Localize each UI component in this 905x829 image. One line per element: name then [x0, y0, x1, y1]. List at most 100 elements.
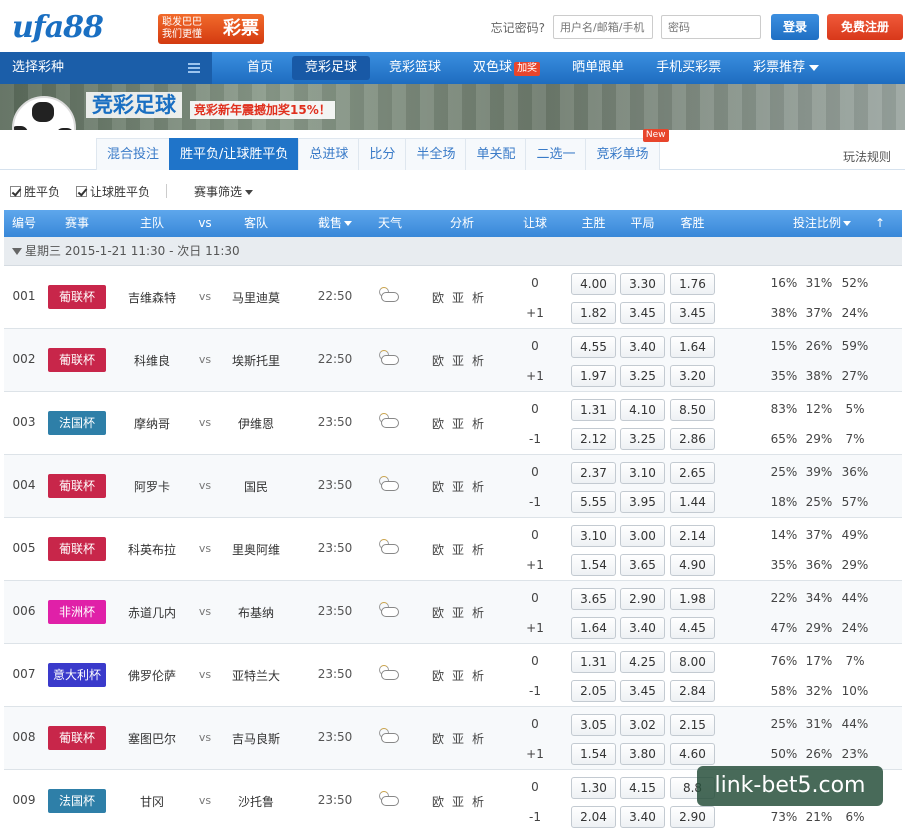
odds-button[interactable]: 2.86 — [670, 428, 715, 450]
tab-pick-one[interactable]: 二选一 — [525, 138, 587, 170]
odds-button[interactable]: 1.44 — [670, 491, 715, 513]
odds-button[interactable]: 2.14 — [670, 525, 715, 547]
odds-button[interactable]: 1.98 — [670, 588, 715, 610]
odds-button[interactable]: 2.65 — [670, 462, 715, 484]
odds-button[interactable]: 3.25 — [620, 365, 665, 387]
register-button[interactable]: 免费注册 — [827, 14, 903, 40]
nav-item-share[interactable]: 晒单跟单 — [559, 52, 637, 84]
league-badge[interactable]: 非洲杯 — [48, 600, 106, 624]
odds-button[interactable]: 3.30 — [620, 273, 665, 295]
odds-button[interactable]: 2.04 — [571, 806, 616, 828]
nav-item-jczq[interactable]: 竞彩足球 — [292, 56, 371, 80]
odds-button[interactable]: 2.05 — [571, 680, 616, 702]
tab-win-draw-lose[interactable]: 胜平负/让球胜平负 — [169, 138, 300, 170]
odds-button[interactable]: 3.45 — [620, 302, 665, 324]
odds-button[interactable]: 1.82 — [571, 302, 616, 324]
tab-mixed[interactable]: 混合投注 — [96, 138, 171, 170]
home-team[interactable]: 塞图巴尔 — [116, 730, 188, 747]
home-team[interactable]: 吉维森特 — [116, 289, 188, 306]
nav-item-home[interactable]: 首页 — [234, 52, 286, 84]
odds-button[interactable]: 8.00 — [670, 651, 715, 673]
password-input[interactable] — [661, 15, 761, 39]
home-team[interactable]: 科英布拉 — [116, 541, 188, 558]
odds-button[interactable]: 1.76 — [670, 273, 715, 295]
date-group-header[interactable]: 星期三 2015-1-21 11:30 - 次日 11:30 — [4, 237, 902, 266]
analysis-links[interactable]: 欧亚析 — [430, 478, 494, 495]
odds-button[interactable]: 3.80 — [620, 743, 665, 765]
nav-item-ssq[interactable]: 双色球 加奖 — [460, 52, 553, 84]
odds-button[interactable]: 3.95 — [620, 491, 665, 513]
analysis-links[interactable]: 欧亚析 — [430, 415, 494, 432]
analysis-links[interactable]: 欧亚析 — [430, 289, 494, 306]
away-team[interactable]: 马里迪莫 — [220, 289, 292, 306]
odds-button[interactable]: 2.37 — [571, 462, 616, 484]
odds-button[interactable]: 3.02 — [620, 714, 665, 736]
league-badge[interactable]: 葡联杯 — [48, 726, 106, 750]
odds-button[interactable]: 3.65 — [620, 554, 665, 576]
league-badge[interactable]: 法国杯 — [48, 789, 106, 813]
checkbox-handicap[interactable]: 让球胜平负 — [76, 183, 150, 200]
away-team[interactable]: 吉马良斯 — [220, 730, 292, 747]
home-team[interactable]: 甘冈 — [116, 793, 188, 810]
checkbox-win-draw-lose[interactable]: 胜平负 — [10, 183, 60, 200]
site-logo[interactable]: ufa88 聪发巴巴 我们更懂 彩票 — [12, 8, 264, 45]
odds-button[interactable]: 3.45 — [620, 680, 665, 702]
odds-button[interactable]: 4.45 — [670, 617, 715, 639]
home-team[interactable]: 赤道几内 — [116, 604, 188, 621]
col-ratio[interactable]: 投注比例 — [782, 210, 862, 237]
odds-button[interactable]: 4.15 — [620, 777, 665, 799]
odds-button[interactable]: 3.10 — [571, 525, 616, 547]
tab-single[interactable]: 单关配 — [465, 138, 527, 170]
home-team[interactable]: 科维良 — [116, 352, 188, 369]
home-team[interactable]: 佛罗伦萨 — [116, 667, 188, 684]
away-team[interactable]: 里奥阿维 — [220, 541, 292, 558]
nav-item-mobile[interactable]: 手机买彩票 — [643, 52, 734, 84]
forgot-password-link[interactable]: 忘记密码? — [491, 19, 545, 36]
login-button[interactable]: 登录 — [771, 14, 819, 40]
odds-button[interactable]: 1.31 — [571, 399, 616, 421]
odds-button[interactable]: 2.90 — [670, 806, 715, 828]
odds-button[interactable]: 3.65 — [571, 588, 616, 610]
scroll-top-icon[interactable]: ↑ — [870, 210, 890, 237]
odds-button[interactable]: 3.45 — [670, 302, 715, 324]
odds-button[interactable]: 4.00 — [571, 273, 616, 295]
league-badge[interactable]: 葡联杯 — [48, 348, 106, 372]
league-badge[interactable]: 法国杯 — [48, 411, 106, 435]
lottery-select[interactable]: 选择彩种 — [0, 52, 212, 84]
odds-button[interactable]: 4.60 — [670, 743, 715, 765]
odds-button[interactable]: 3.40 — [620, 336, 665, 358]
analysis-links[interactable]: 欧亚析 — [430, 667, 494, 684]
odds-button[interactable]: 3.40 — [620, 617, 665, 639]
odds-button[interactable]: 4.90 — [670, 554, 715, 576]
league-badge[interactable]: 意大利杯 — [48, 663, 106, 687]
col-deadline[interactable]: 截售 — [310, 210, 360, 237]
odds-button[interactable]: 3.10 — [620, 462, 665, 484]
home-team[interactable]: 摩纳哥 — [116, 415, 188, 432]
odds-button[interactable]: 1.97 — [571, 365, 616, 387]
odds-button[interactable]: 1.54 — [571, 554, 616, 576]
odds-button[interactable]: 1.54 — [571, 743, 616, 765]
odds-button[interactable]: 3.40 — [620, 806, 665, 828]
odds-button[interactable]: 8.50 — [670, 399, 715, 421]
odds-button[interactable]: 3.00 — [620, 525, 665, 547]
odds-button[interactable]: 2.84 — [670, 680, 715, 702]
odds-button[interactable]: 2.15 — [670, 714, 715, 736]
odds-button[interactable]: 5.55 — [571, 491, 616, 513]
odds-button[interactable]: 3.20 — [670, 365, 715, 387]
odds-button[interactable]: 1.64 — [571, 617, 616, 639]
analysis-links[interactable]: 欧亚析 — [430, 352, 494, 369]
odds-button[interactable]: 1.31 — [571, 651, 616, 673]
tab-total-goals[interactable]: 总进球 — [298, 138, 360, 170]
odds-button[interactable]: 3.05 — [571, 714, 616, 736]
league-badge[interactable]: 葡联杯 — [48, 537, 106, 561]
username-input[interactable] — [553, 15, 653, 39]
odds-button[interactable]: 4.25 — [620, 651, 665, 673]
nav-item-recommend[interactable]: 彩票推荐 — [740, 52, 832, 84]
event-filter-dropdown[interactable]: 赛事筛选 — [194, 183, 254, 200]
tab-half-full[interactable]: 半全场 — [405, 138, 467, 170]
home-team[interactable]: 阿罗卡 — [116, 478, 188, 495]
odds-button[interactable]: 3.25 — [620, 428, 665, 450]
away-team[interactable]: 布基纳 — [220, 604, 292, 621]
away-team[interactable]: 亚特兰大 — [220, 667, 292, 684]
odds-button[interactable]: 2.90 — [620, 588, 665, 610]
